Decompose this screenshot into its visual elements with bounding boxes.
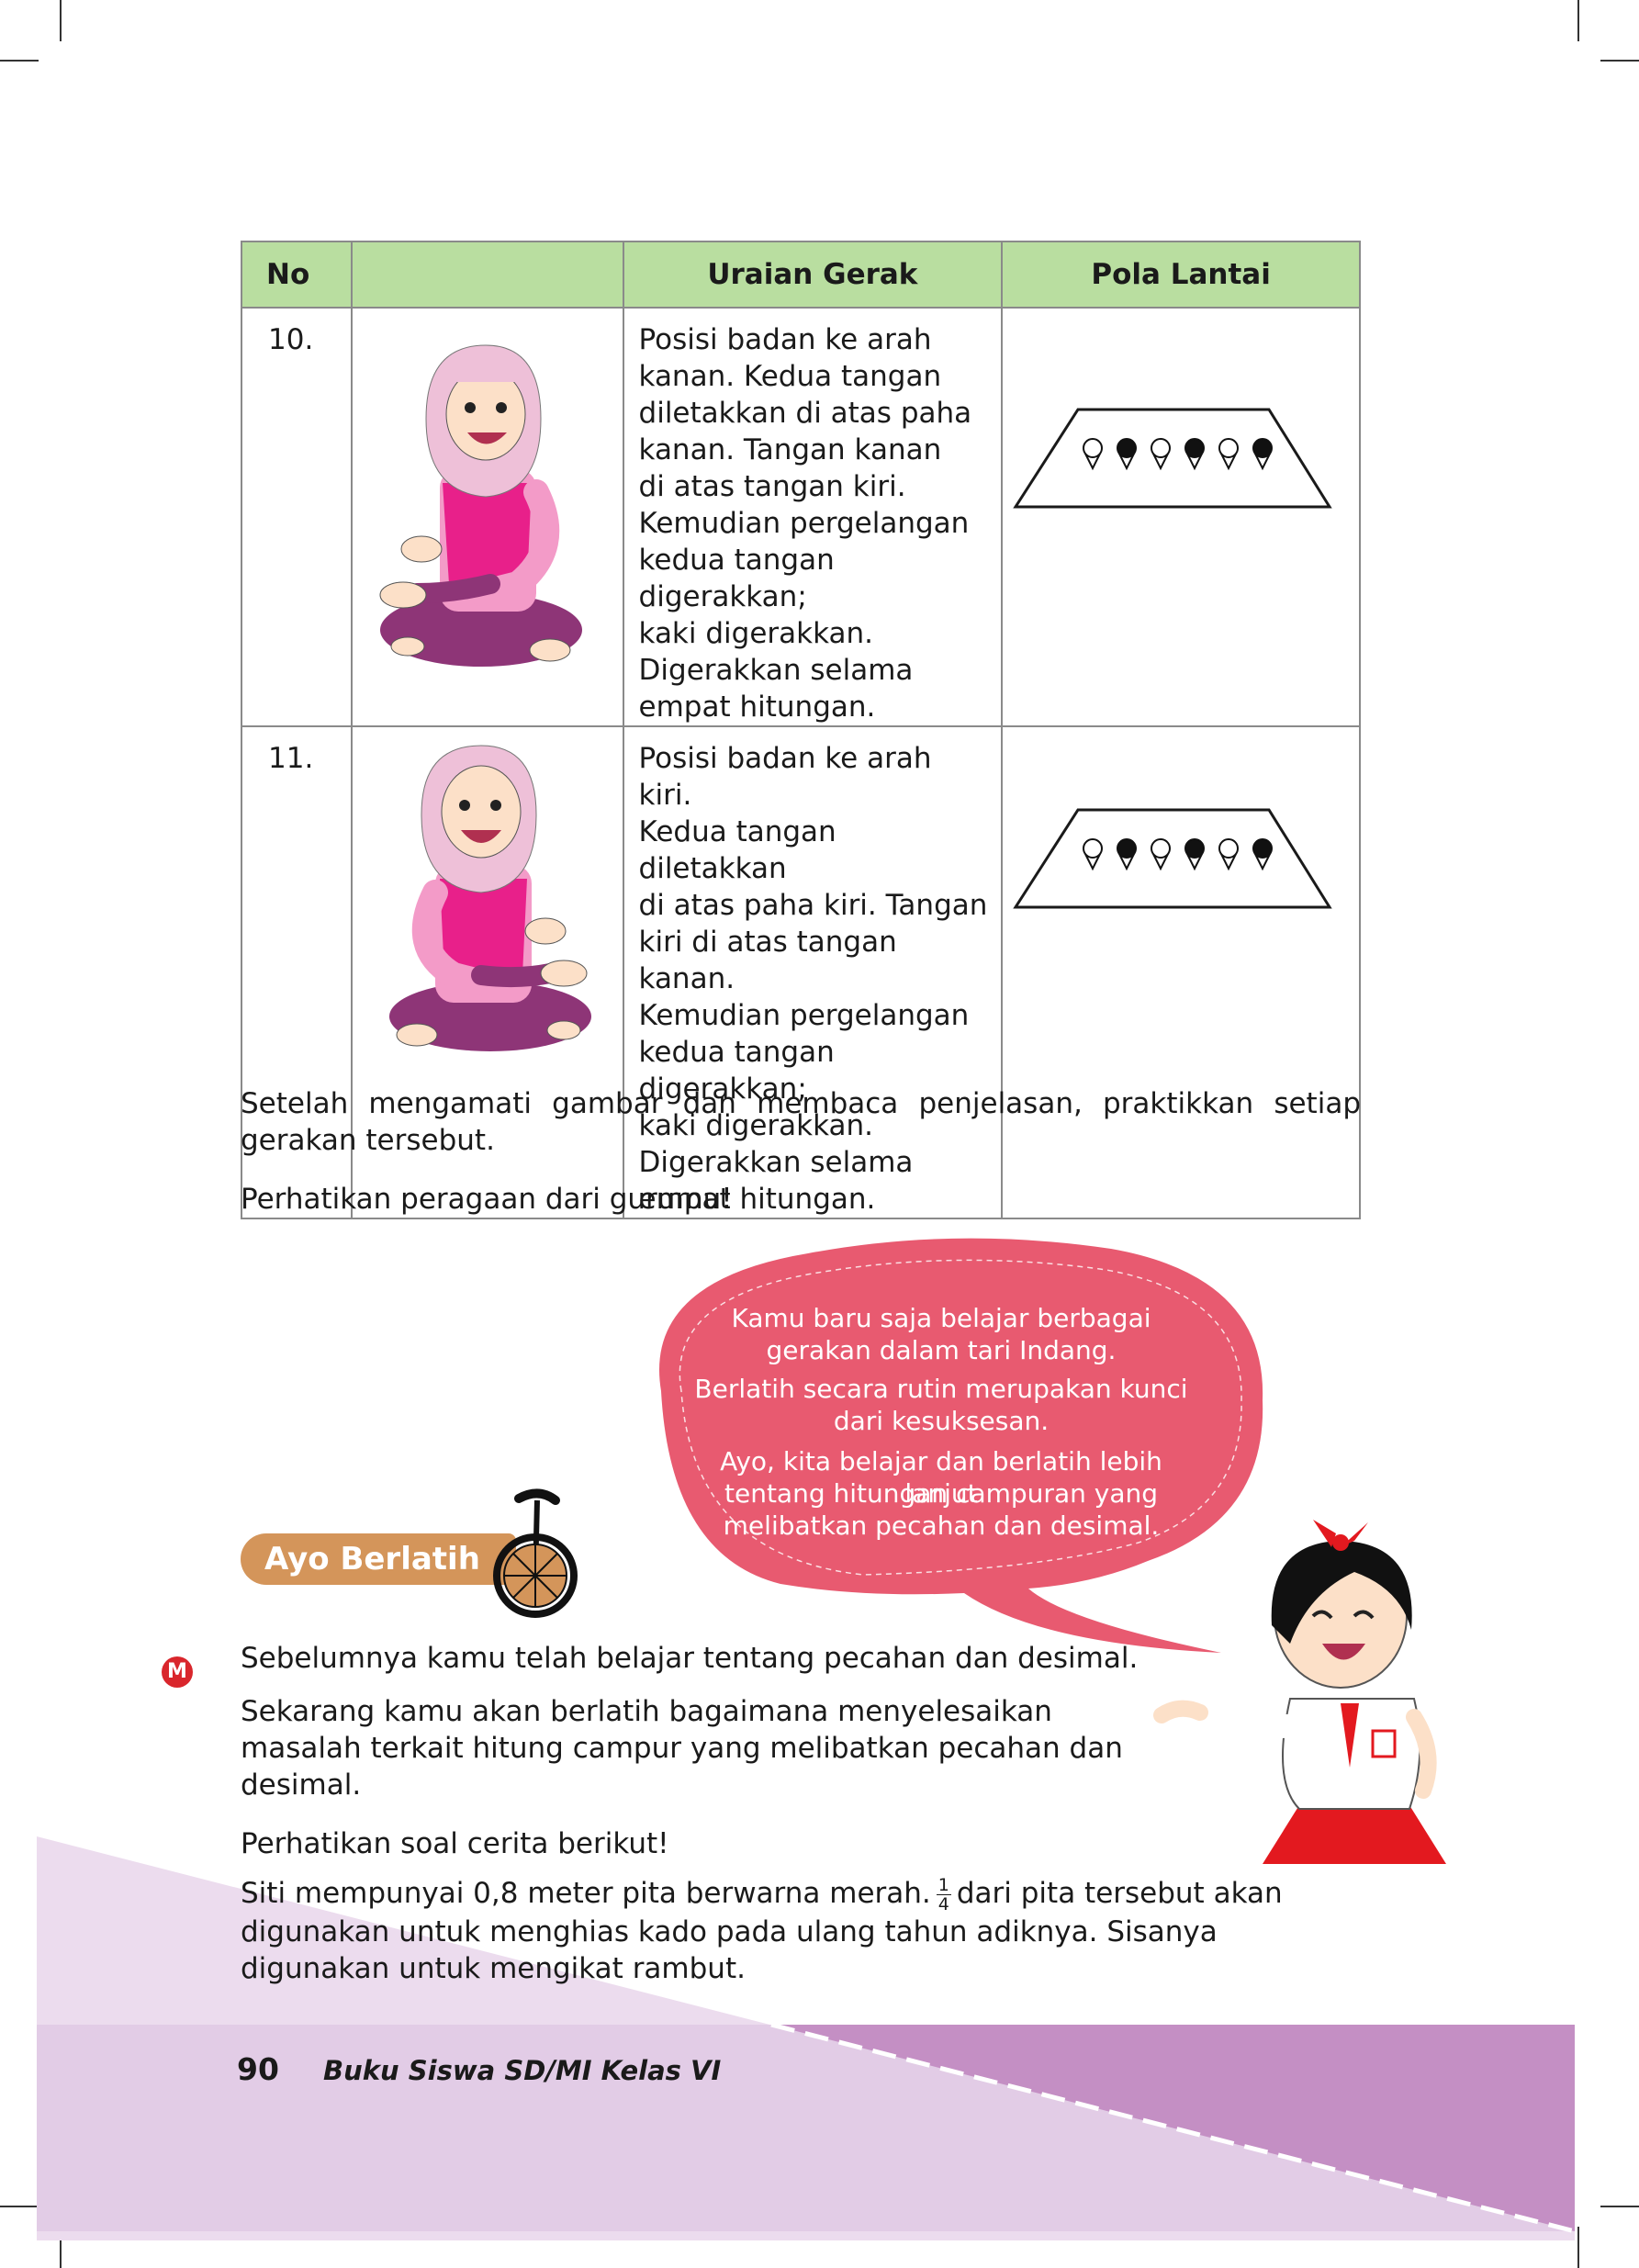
dancer-illustration-cell [351, 307, 624, 727]
word-problem-line: digunakan untuk menghias kado pada ulang… [241, 1915, 1218, 1948]
movement-description: Posisi badan ke arah kanan. Kedua tangan… [638, 323, 972, 724]
word-problem-line: digunakan untuk mengikat rambut. [241, 1952, 746, 1985]
seated-dancer-illustration [389, 745, 592, 1051]
pola-lantai-cell [1001, 307, 1361, 727]
fraction-one-quarter: 14 [936, 1875, 951, 1914]
row-number: 11. [268, 742, 314, 775]
bubble-line: Kamu baru saja belajar berbagai [731, 1303, 1151, 1333]
header-no: No [240, 241, 354, 309]
crop-mark [60, 0, 62, 41]
table-header-row: No Uraian Gerak Pola Lantai [240, 241, 1361, 309]
row-number-cell: 10. [240, 307, 354, 727]
fraction-denominator: 4 [937, 1894, 949, 1914]
floor-pattern-diagram [1013, 408, 1332, 509]
math-badge: M [162, 1656, 193, 1688]
seated-dancer-illustration [379, 344, 583, 667]
bubble-line: gerakan dalam tari Indang. [766, 1335, 1117, 1365]
book-title: Buku Siswa SD/MI Kelas VI [323, 2055, 722, 2086]
uraian-gerak-cell: Posisi badan ke arah kanan. Kedua tangan… [622, 307, 1004, 727]
word-problem: Siti mempunyai 0,8 meter pita berwarna m… [241, 1875, 1361, 1914]
student-girl-illustration [1153, 1520, 1446, 1864]
row-number: 10. [268, 323, 314, 356]
unicycle-icon [493, 1488, 578, 1618]
page-number: 90 [237, 2051, 279, 2087]
instruction-teacher: Perhatikan peragaan dari gurumu! [241, 1183, 733, 1216]
bubble-line: dari kesuksesan. [833, 1406, 1050, 1436]
word-problem-text: Siti mempunyai 0,8 meter pita berwarna m… [241, 1877, 931, 1910]
crop-mark [0, 60, 39, 62]
section-label: Ayo Berlatih [241, 1533, 516, 1585]
word-problem-text: dari pita tersebut akan [956, 1877, 1283, 1910]
header-uraian-gerak: Uraian Gerak [622, 241, 1004, 309]
crop-mark [1600, 60, 1639, 62]
header-pola-lantai: Pola Lantai [1001, 241, 1361, 309]
table-row: 10. Posisi badan ke arah kanan. Kedua ta… [240, 307, 1361, 727]
instruction-paragraph: Setelah mengamati gambar dan membaca pen… [241, 1087, 1361, 1157]
bubble-line: tentang hitungan campuran yang [724, 1478, 1158, 1509]
body-paragraph: Sekarang kamu akan berlatih bagaimana me… [241, 1695, 1123, 1802]
movement-table: No Uraian Gerak Pola Lantai 10. Posisi b… [240, 241, 1361, 1219]
floor-pattern-diagram [1013, 808, 1332, 909]
bubble-line: Berlatih secara rutin merupakan kunci [694, 1374, 1188, 1404]
fraction-numerator: 1 [936, 1875, 951, 1895]
crop-mark [1577, 0, 1579, 41]
bubble-line: melibatkan pecahan dan desimal. [723, 1510, 1160, 1541]
header-image [351, 241, 624, 309]
